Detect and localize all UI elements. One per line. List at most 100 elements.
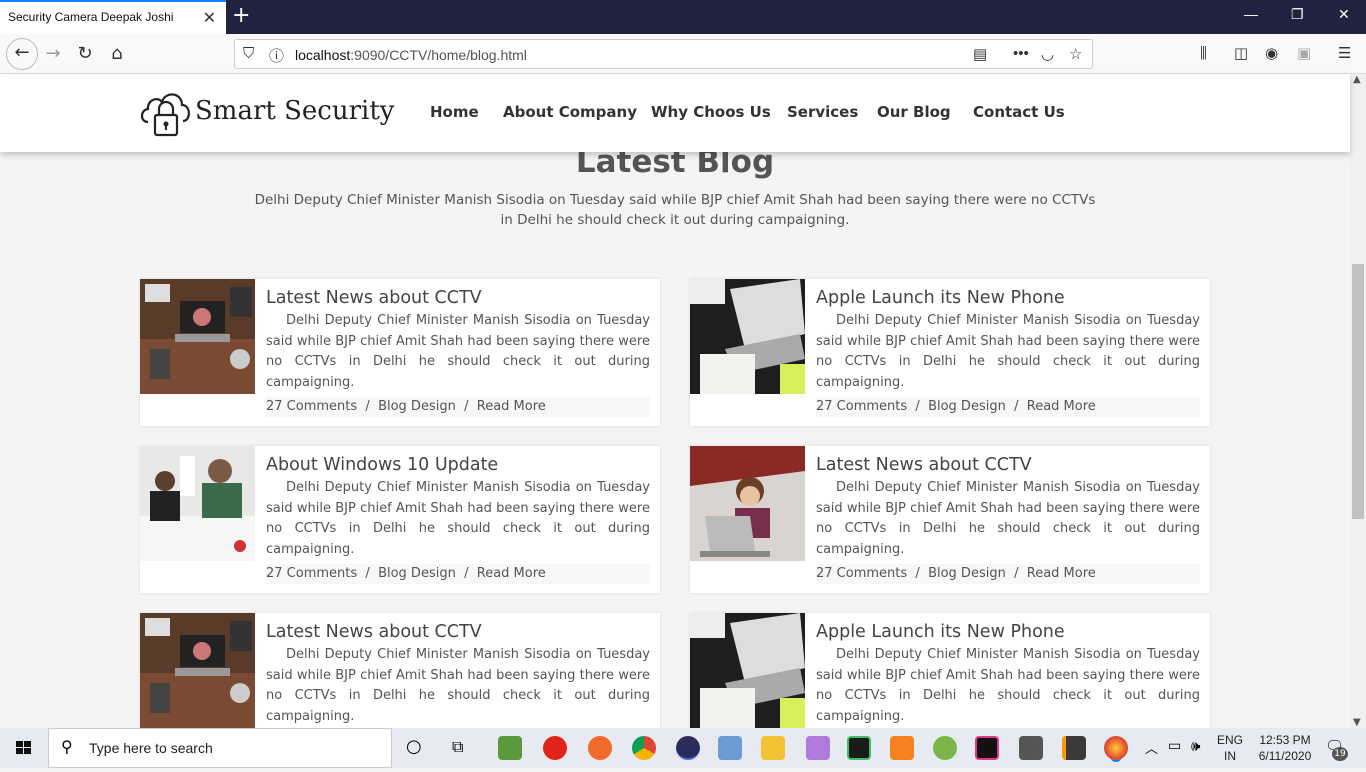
anaconda-icon[interactable] (933, 736, 957, 760)
scroll-down-icon[interactable]: ▼ (1353, 717, 1361, 728)
new-tab-icon[interactable]: + (232, 3, 250, 28)
category-link[interactable]: Blog Design (378, 399, 456, 414)
language-indicator[interactable]: ENG IN (1217, 732, 1243, 764)
windows-start-icon[interactable] (0, 728, 48, 768)
page-content: Latest Blog Delhi Deputy Chief Minister … (0, 74, 1350, 728)
nav-our-blog[interactable]: Our Blog (877, 103, 951, 121)
blog-thumbnail-laptop[interactable] (690, 613, 805, 728)
blog-card-text: Delhi Deputy Chief Minister Manish Sisod… (816, 647, 1200, 724)
chrome-icon[interactable] (632, 736, 656, 760)
app-icon-orange[interactable] (588, 736, 612, 760)
forward-icon[interactable]: → (40, 42, 66, 68)
blog-card-title[interactable]: Apple Launch its New Phone (816, 288, 1065, 308)
url-text[interactable]: localhost:9090/CCTV/home/blog.html (295, 47, 527, 63)
nav-why-choose-us[interactable]: Why Choos Us (651, 103, 771, 121)
pycharm-icon[interactable] (847, 736, 871, 760)
cloud-lock-logo-icon[interactable] (140, 88, 192, 138)
extension-icon[interactable]: ▣ (1297, 44, 1311, 62)
home-icon[interactable]: ⌂ (104, 42, 130, 68)
opera-icon[interactable] (543, 736, 567, 760)
minimize-icon[interactable]: — (1244, 6, 1258, 22)
blog-card-title[interactable]: Latest News about CCTV (266, 622, 482, 642)
page-scrollbar[interactable]: ▲ ▼ (1350, 74, 1366, 728)
nav-contact-us[interactable]: Contact Us (973, 103, 1065, 121)
taskbar-search-placeholder: Type here to search (89, 740, 213, 756)
blog-card: Latest News about CCTV Delhi Deputy Chie… (140, 613, 660, 728)
browser-tab[interactable]: Security Camera Deepak Joshi ✕ (0, 0, 226, 34)
blog-thumbnail-laptop[interactable] (690, 279, 805, 394)
blog-card-title[interactable]: Apple Launch its New Phone (816, 622, 1065, 642)
tracking-shield-icon[interactable]: ⛉ (243, 45, 254, 62)
browser-navbar: ← → ↻ ⌂ ⛉ ⓘ localhost:9090/CCTV/home/blo… (0, 34, 1366, 74)
comments-link[interactable]: 27 Comments (266, 566, 357, 581)
blog-thumbnail-desk[interactable] (140, 613, 255, 728)
app-icon-brush[interactable] (806, 736, 830, 760)
restore-icon[interactable]: ❐ (1291, 6, 1304, 23)
blog-card-title[interactable]: About Windows 10 Update (266, 455, 498, 475)
tray-chevron-icon[interactable]: ︿ (1145, 738, 1158, 757)
blog-card-title[interactable]: Latest News about CCTV (816, 455, 1032, 475)
comments-link[interactable]: 27 Comments (816, 399, 907, 414)
blog-card-meta: 27 Comments / Blog Design / Read More (266, 397, 650, 417)
scrollbar-thumb[interactable] (1352, 264, 1364, 519)
blog-card: About Windows 10 Update Delhi Deputy Chi… (140, 446, 660, 593)
clock[interactable]: 12:53 PM 6/11/2020 (1252, 732, 1318, 764)
back-icon[interactable]: ← (6, 38, 38, 70)
comments-link[interactable]: 27 Comments (816, 566, 907, 581)
nav-services[interactable]: Services (787, 103, 858, 121)
blog-card: Apple Launch its New Phone Delhi Deputy … (690, 279, 1210, 426)
volume-icon[interactable]: 🕪 (1191, 737, 1200, 755)
bookmark-star-icon[interactable]: ☆ (1069, 45, 1082, 63)
read-more-link[interactable]: Read More (477, 566, 546, 581)
read-more-link[interactable]: Read More (1027, 399, 1096, 414)
taskbar-search-box[interactable]: ⚲ Type here to search (48, 728, 392, 768)
read-more-link[interactable]: Read More (1027, 566, 1096, 581)
app-icon-photo[interactable] (1019, 736, 1043, 760)
nav-home[interactable]: Home (430, 103, 479, 121)
app-icon-chart[interactable] (498, 736, 522, 760)
account-icon[interactable]: ◉ (1265, 44, 1278, 62)
xampp-icon[interactable] (890, 736, 914, 760)
site-header: Smart Security Home About Company Why Ch… (0, 74, 1350, 152)
close-tab-icon[interactable]: ✕ (203, 8, 216, 28)
category-link[interactable]: Blog Design (928, 399, 1006, 414)
nav-about-company[interactable]: About Company (503, 103, 637, 121)
read-more-link[interactable]: Read More (477, 399, 546, 414)
close-window-icon[interactable]: ✕ (1338, 6, 1350, 23)
category-link[interactable]: Blog Design (378, 566, 456, 581)
blog-card-title[interactable]: Latest News about CCTV (266, 288, 482, 308)
site-logo-text[interactable]: Smart Security (195, 96, 395, 126)
search-icon: ⚲ (61, 737, 73, 756)
site-info-icon[interactable]: ⓘ (269, 45, 284, 66)
sidebar-icon[interactable]: ◫ (1234, 44, 1248, 62)
windows-taskbar: ⚲ Type here to search ○ ⧉ ︿ ▭ 🕪 ENG IN 1… (0, 728, 1366, 768)
scroll-up-icon[interactable]: ▲ (1353, 74, 1361, 85)
notification-count-badge: 19 (1332, 747, 1348, 761)
firefox-icon[interactable] (1104, 736, 1128, 760)
reload-icon[interactable]: ↻ (72, 42, 98, 68)
file-explorer-icon[interactable] (761, 736, 785, 760)
comments-link[interactable]: 27 Comments (266, 399, 357, 414)
tab-title: Security Camera Deepak Joshi (8, 10, 174, 24)
blog-thumbnail-desk[interactable] (140, 279, 255, 394)
intellij-icon[interactable] (975, 736, 999, 760)
task-view-icon[interactable]: ⧉ (452, 737, 463, 757)
blog-thumbnail-woman-laptop[interactable] (690, 446, 805, 561)
blog-card-meta: 27 Comments / Blog Design / Read More (266, 564, 650, 584)
blog-thumbnail-office[interactable] (140, 446, 255, 561)
cortana-icon[interactable]: ○ (406, 736, 422, 757)
blog-card-text: Delhi Deputy Chief Minister Manish Sisod… (816, 313, 1200, 390)
clock-time: 12:53 PM (1259, 733, 1311, 747)
menu-icon[interactable]: ☰ (1338, 44, 1351, 62)
sublime-icon[interactable] (1062, 736, 1086, 760)
clock-date: 6/11/2020 (1258, 749, 1312, 763)
pocket-icon[interactable]: ◡ (1041, 45, 1054, 63)
reader-view-icon[interactable]: ▤ (973, 45, 987, 63)
category-link[interactable]: Blog Design (928, 566, 1006, 581)
url-bar[interactable]: ⛉ ⓘ localhost:9090/CCTV/home/blog.html ▤… (234, 39, 1093, 69)
library-icon[interactable]: ⫼ (1200, 44, 1207, 62)
eclipse-icon[interactable] (676, 736, 700, 760)
battery-icon[interactable]: ▭ (1168, 738, 1181, 754)
page-actions-icon[interactable]: ••• (1013, 45, 1029, 62)
virtualbox-icon[interactable] (718, 736, 742, 760)
